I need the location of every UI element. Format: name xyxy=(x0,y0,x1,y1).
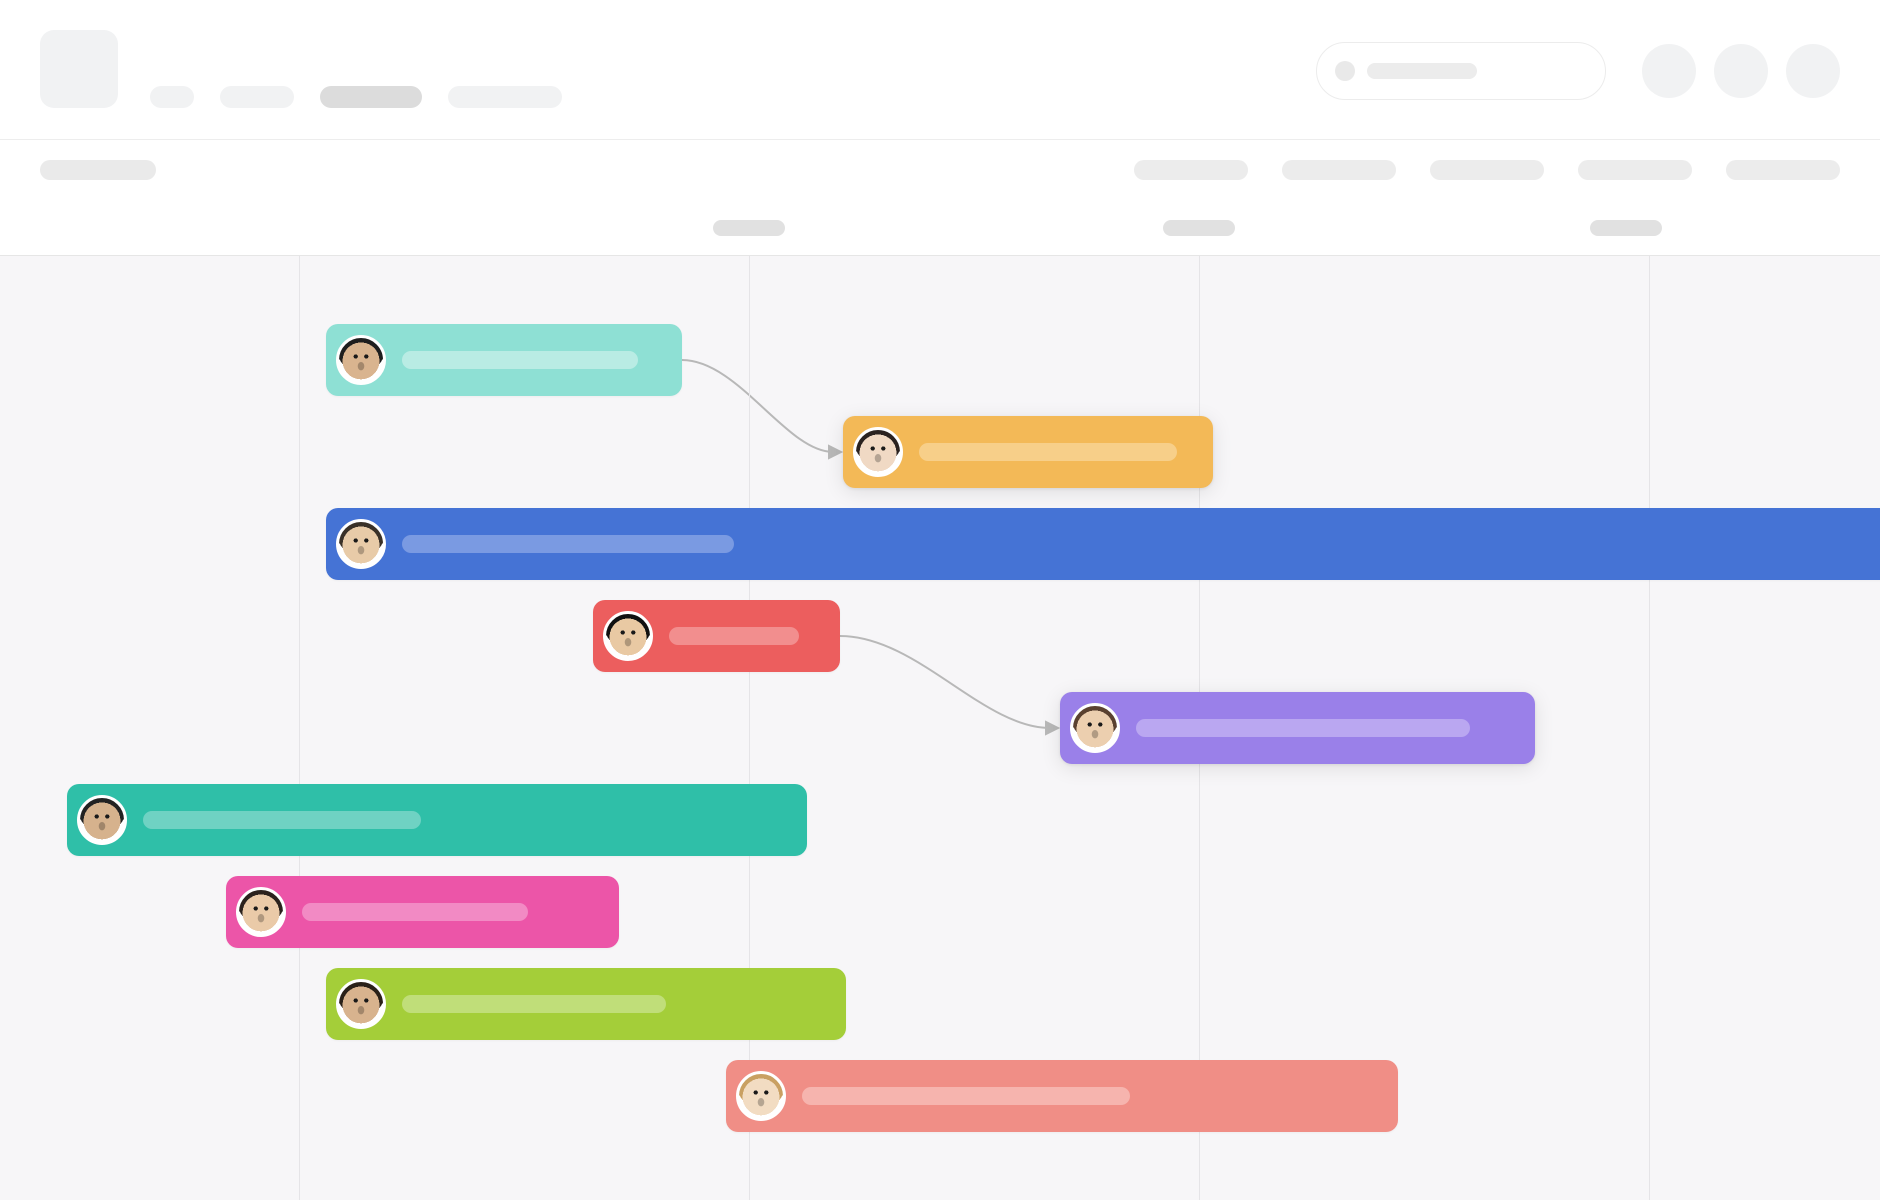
task-title xyxy=(143,811,421,829)
assignee-avatar[interactable] xyxy=(1070,703,1120,753)
task-title xyxy=(919,443,1177,461)
header-avatar-2[interactable] xyxy=(1786,44,1840,98)
task-bar[interactable] xyxy=(67,784,807,856)
assignee-avatar[interactable] xyxy=(603,611,653,661)
task-bar[interactable] xyxy=(593,600,840,672)
view-tab-4[interactable] xyxy=(1726,160,1840,180)
dependency-arrowhead xyxy=(1046,722,1058,734)
assignee-avatar[interactable] xyxy=(853,427,903,477)
view-tabs xyxy=(1134,160,1840,180)
task-title xyxy=(402,351,638,369)
nav-tab-2[interactable] xyxy=(320,86,422,108)
breadcrumb[interactable] xyxy=(40,160,156,180)
header-avatar-1[interactable] xyxy=(1714,44,1768,98)
task-bar[interactable] xyxy=(326,508,1880,580)
search-placeholder xyxy=(1367,63,1477,79)
dependency-line xyxy=(682,360,833,452)
view-tab-3[interactable] xyxy=(1578,160,1692,180)
task-title xyxy=(402,535,734,553)
view-tab-2[interactable] xyxy=(1430,160,1544,180)
view-tab-0[interactable] xyxy=(1134,160,1248,180)
time-header-label-1 xyxy=(1163,220,1235,236)
task-bar[interactable] xyxy=(843,416,1213,488)
assignee-avatar[interactable] xyxy=(236,887,286,937)
time-header-label-0 xyxy=(713,220,785,236)
timeline-gridline-0 xyxy=(299,256,300,1200)
assignee-avatar[interactable] xyxy=(336,519,386,569)
assignee-avatar[interactable] xyxy=(736,1071,786,1121)
task-bar[interactable] xyxy=(226,876,619,948)
search-icon xyxy=(1335,61,1355,81)
task-bar[interactable] xyxy=(326,324,682,396)
assignee-avatar[interactable] xyxy=(336,335,386,385)
task-title xyxy=(802,1087,1130,1105)
search-input[interactable] xyxy=(1316,42,1606,100)
timeline-body[interactable] xyxy=(0,256,1880,1200)
task-bar[interactable] xyxy=(326,968,846,1040)
nav-tab-3[interactable] xyxy=(448,86,562,108)
dependency-arrowhead xyxy=(829,446,841,458)
dependency-layer xyxy=(0,256,1880,1200)
assignee-avatar[interactable] xyxy=(77,795,127,845)
timeline-gridline-3 xyxy=(1649,256,1650,1200)
timeline-header xyxy=(0,200,1880,256)
top-bar xyxy=(0,0,1880,140)
task-title xyxy=(402,995,666,1013)
time-header-label-2 xyxy=(1590,220,1662,236)
task-title xyxy=(1136,719,1470,737)
app-logo[interactable] xyxy=(40,30,118,108)
task-bar[interactable] xyxy=(726,1060,1398,1132)
timeline-gridline-1 xyxy=(749,256,750,1200)
assignee-avatar[interactable] xyxy=(336,979,386,1029)
task-bar[interactable] xyxy=(1060,692,1535,764)
sub-bar xyxy=(0,140,1880,200)
view-tab-1[interactable] xyxy=(1282,160,1396,180)
task-title xyxy=(302,903,528,921)
task-title xyxy=(669,627,799,645)
nav-tabs xyxy=(150,86,562,108)
nav-tab-0[interactable] xyxy=(150,86,194,108)
header-avatar-0[interactable] xyxy=(1642,44,1696,98)
dependency-line xyxy=(840,636,1050,728)
nav-tab-1[interactable] xyxy=(220,86,294,108)
